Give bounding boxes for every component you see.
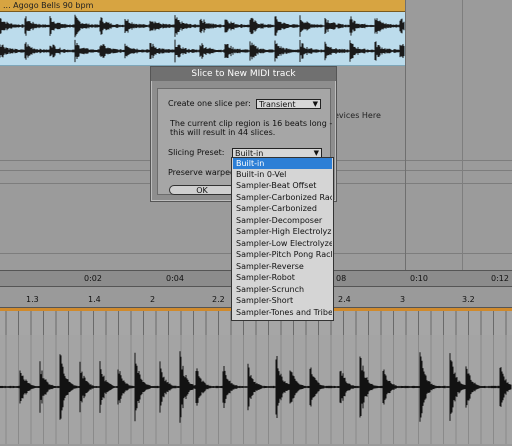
slice-info-line2: this will result in 44 slices.: [170, 128, 276, 137]
preset-option[interactable]: Sampler-Decomposer: [233, 215, 332, 226]
preset-option[interactable]: Sampler-High Electrolyzer: [233, 226, 332, 237]
time-tick-label: 08: [336, 274, 347, 283]
time-tick-label: 0:04: [166, 274, 184, 283]
beat-tick-label: 2.2: [212, 295, 225, 304]
clip-waveform-graphic: [0, 14, 405, 63]
dialog-title[interactable]: Slice to New MIDI track: [151, 67, 336, 81]
time-tick-label: 0:10: [410, 274, 428, 283]
ok-button[interactable]: OK: [169, 185, 235, 195]
beat-tick-label: 3: [400, 295, 406, 304]
sample-waveform-graphic: [0, 335, 512, 444]
preset-option[interactable]: Sampler-Tones and Tribes: [233, 307, 332, 318]
time-tick-label: 0:02: [84, 274, 102, 283]
drop-devices-hint: evices Here: [334, 111, 381, 120]
time-tick-label: 0:12: [491, 274, 509, 283]
preserve-warped-label: Preserve warped: [168, 168, 236, 177]
beat-tick-label: 1.3: [26, 295, 39, 304]
beat-tick-label: 2: [150, 295, 156, 304]
beat-tick-label: 1.4: [88, 295, 101, 304]
preset-option[interactable]: Sampler-Scrunch: [233, 284, 332, 295]
slice-per-value: Transient: [259, 100, 296, 109]
preset-option[interactable]: Sampler-Carbonized: [233, 203, 332, 214]
preset-option[interactable]: Built-in 0-Vel: [233, 169, 332, 180]
preset-option[interactable]: Sampler-Low Electrolyzer: [233, 238, 332, 249]
preset-option[interactable]: Built-in: [233, 158, 332, 169]
preset-option[interactable]: Sampler-Short: [233, 295, 332, 306]
preset-option[interactable]: Sampler-Carbonized Rack: [233, 192, 332, 203]
preset-option[interactable]: Sampler-Pitch Pong Rack: [233, 249, 332, 260]
preset-option[interactable]: Sampler-Robot: [233, 272, 332, 283]
clip-waveform[interactable]: [0, 12, 405, 66]
clip-end-marker: [405, 0, 406, 270]
beat-tick-label: 3.2: [462, 295, 475, 304]
clip-title: ... Agogo Bells 90 bpm: [3, 1, 94, 10]
preset-label: Slicing Preset:: [168, 148, 225, 157]
preset-option[interactable]: Sampler-Reverse: [233, 261, 332, 272]
slice-per-label: Create one slice per:: [168, 99, 251, 108]
preset-option[interactable]: Sampler-Beat Offset: [233, 180, 332, 191]
grid-line: [462, 0, 463, 270]
chevron-down-icon: ▼: [312, 100, 318, 108]
preset-dropdown-list[interactable]: Built-in Built-in 0-Vel Sampler-Beat Off…: [231, 157, 334, 321]
sample-editor-waveform[interactable]: [0, 335, 512, 444]
slice-per-dropdown[interactable]: Transient ▼: [256, 99, 321, 109]
beat-tick-label: 2.4: [338, 295, 351, 304]
